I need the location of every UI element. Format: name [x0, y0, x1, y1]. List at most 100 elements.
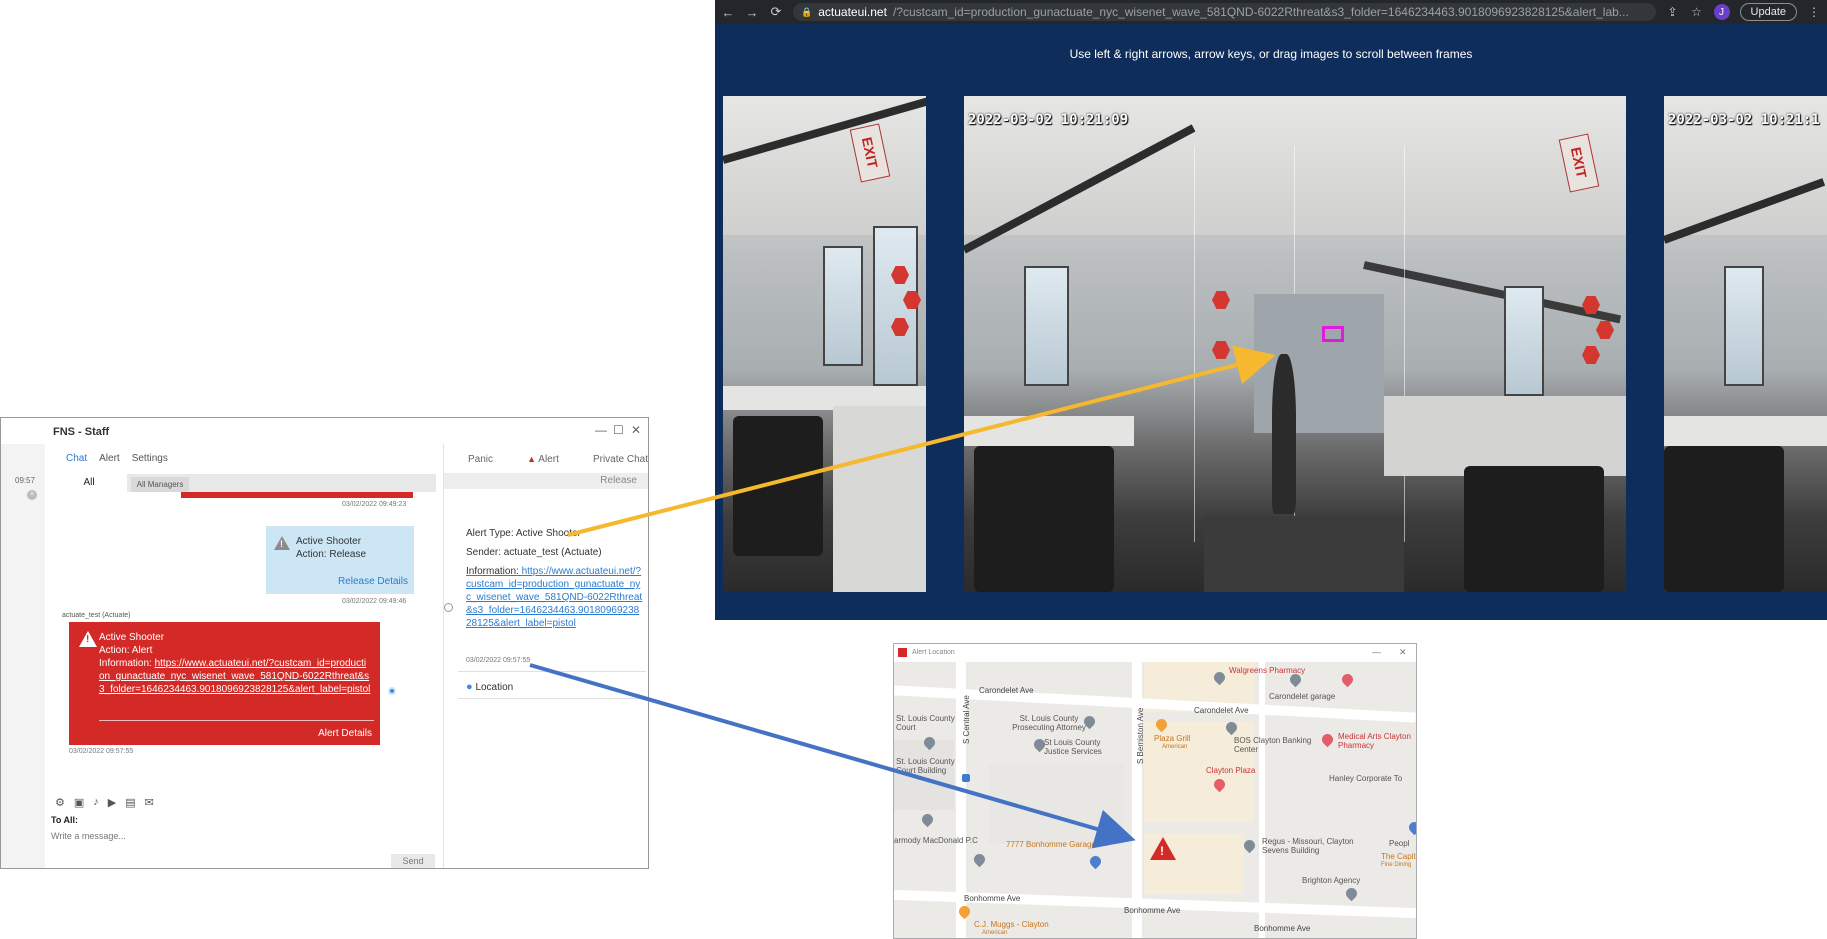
reload-icon[interactable]: ⟳ — [769, 4, 783, 20]
alert-location-window: Alert Location — ✕ Walgreens Pharmacy Ca… — [893, 643, 1417, 939]
panel-tabs: Panic ▲ Alert Private Chat — [468, 454, 648, 465]
information-field: Information: https://www.actuateui.net/?… — [466, 566, 643, 629]
street-carondelet-east: Carondelet Ave — [1194, 706, 1249, 715]
subtab-all-managers[interactable]: All Managers — [131, 477, 189, 492]
pistol-detection-box — [1322, 326, 1344, 342]
message-input[interactable]: Write a message... — [51, 831, 126, 841]
bus-stop-icon[interactable] — [962, 774, 970, 782]
microphone-icon[interactable]: ♪ — [93, 796, 99, 809]
map-minimize-icon[interactable]: — — [1372, 647, 1381, 657]
panel-timestamp: 03/02/2022 09:57:55 — [466, 657, 531, 664]
minimize-icon[interactable]: — — [595, 423, 607, 437]
sender-name: actuate_test (Actuate) — [62, 612, 131, 619]
video-icon[interactable]: ▶ — [108, 796, 116, 809]
tab-alert[interactable]: Alert — [99, 453, 120, 464]
brighton-pin-icon[interactable] — [1343, 885, 1360, 902]
macdonald-pin-icon[interactable] — [971, 851, 988, 868]
release-button[interactable]: Release — [600, 475, 637, 486]
release-details-link[interactable]: Release Details — [338, 576, 408, 587]
chat-titlebar: FNS - Staff — ☐ ✕ — [1, 418, 648, 444]
lock-icon: 🔒 — [801, 6, 813, 17]
pharmacy-pin-icon[interactable] — [1319, 731, 1336, 748]
dismiss-icon[interactable]: × — [27, 490, 37, 500]
walgreens-pin-icon[interactable] — [1339, 671, 1356, 688]
map-close-icon[interactable]: ✕ — [1399, 647, 1407, 658]
scroll-instructions: Use left & right arrows, arrow keys, or … — [1069, 47, 1473, 61]
map-label-justice-services: St Louis County Justice Services — [1044, 738, 1102, 756]
map-label-capital: The Capital G — [1381, 852, 1416, 861]
alert-details-link[interactable]: Alert Details — [318, 728, 372, 739]
map-label-carondelet-garage: Carondelet garage — [1269, 692, 1336, 701]
conversation-time: 09:57 — [15, 476, 36, 485]
select-radio[interactable] — [444, 603, 453, 612]
update-button[interactable]: Update — [1739, 3, 1797, 21]
chat-subtabs: All All Managers — [51, 474, 436, 492]
profile-avatar[interactable]: J — [1713, 4, 1730, 20]
street-s-central: S Central Ave — [962, 695, 971, 744]
map-title: Alert Location — [912, 649, 955, 656]
release-message-bubble: ! Active Shooter Action: Release Release… — [266, 526, 414, 594]
previous-alert-bubble[interactable] — [181, 492, 413, 498]
send-button[interactable]: Send — [391, 854, 435, 868]
street-s-bemiston: S Bemiston Ave — [1136, 707, 1145, 764]
folder-icon[interactable]: ▤ — [125, 796, 135, 809]
close-icon[interactable]: ✕ — [631, 423, 641, 437]
map-pin-icon-4[interactable] — [1406, 819, 1416, 836]
alert-action: Action: Alert — [99, 645, 153, 656]
settings-gear-icon[interactable]: ⚙ — [55, 796, 65, 809]
alert-information: Information: https://www.actuateui.net/?… — [99, 658, 371, 695]
recipient-label: To All: — [51, 815, 78, 825]
camera-frame-current[interactable]: EXIT 2022-03-02 10:21:09 — [964, 96, 1626, 592]
main-tabs: Chat Alert Settings — [66, 453, 168, 464]
back-arrow-icon[interactable]: ← — [721, 5, 735, 20]
frame-timestamp-next: 2022-03-02 10:21:1 — [1668, 112, 1820, 128]
tab-alert-panel[interactable]: ▲ Alert — [527, 454, 559, 465]
location-pin-icon-panel: ● — [466, 681, 473, 693]
street-carondelet-west: Carondelet Ave — [979, 686, 1034, 695]
map-label-medical-arts: Medical Arts Clayton Pharmacy — [1338, 732, 1411, 750]
release-row: Release — [444, 473, 648, 489]
suspect-person — [1272, 354, 1296, 514]
map-pin-icon-3[interactable] — [919, 811, 936, 828]
share-icon[interactable]: ⇪ — [1666, 5, 1680, 19]
street-bonhomme-west: Bonhomme Ave — [964, 894, 1021, 903]
street-bonhomme-mid: Bonhomme Ave — [1124, 906, 1181, 915]
maximize-icon[interactable]: ☐ — [613, 423, 624, 437]
release-timestamp: 03/02/2022 09:49:46 — [342, 598, 407, 605]
alert-timestamp: 03/02/2022 09:57:55 — [69, 748, 134, 755]
alert-message-bubble: ! Active Shooter Action: Alert Informati… — [69, 622, 380, 745]
image-icon[interactable]: ▣ — [74, 796, 84, 809]
address-bar[interactable]: 🔒 actuateui.net /?custcam_id=production_g… — [793, 3, 1656, 21]
map-label-macdonald: armody MacDonald P.C — [894, 836, 978, 845]
forward-arrow-icon[interactable]: → — [745, 5, 759, 20]
frame-timestamp: 2022-03-02 10:21:09 — [968, 112, 1129, 128]
map-label-regus: Regus - Missouri, Clayton Sevens Buildin… — [1262, 837, 1354, 855]
tab-panic[interactable]: Panic — [468, 454, 493, 465]
star-icon[interactable]: ☆ — [1690, 5, 1704, 19]
release-action: Action: Release — [296, 549, 367, 560]
mail-icon[interactable]: ✉ — [145, 796, 154, 809]
parking-pin-icon[interactable] — [1087, 853, 1104, 870]
url-path: /?custcam_id=production_gunactuate_nyc_w… — [892, 5, 1629, 19]
menu-kebab-icon[interactable]: ⋮ — [1807, 5, 1821, 19]
camera-frame-previous[interactable]: EXIT — [723, 96, 926, 592]
regus-pin-icon[interactable] — [1241, 837, 1258, 854]
map-titlebar: Alert Location — ✕ — [894, 644, 1416, 662]
map-label-bos: BOS Clayton Banking Center — [1234, 736, 1312, 754]
camera-frame-next[interactable]: 2022-03-02 10:21:1 — [1664, 96, 1827, 592]
app-icon — [898, 648, 907, 657]
tab-settings[interactable]: Settings — [132, 453, 168, 464]
tab-chat[interactable]: Chat — [66, 453, 87, 464]
subtab-all[interactable]: All — [51, 474, 127, 492]
map-label-people: Peopl — [1389, 839, 1410, 848]
street-bonhomme-east: Bonhomme Ave — [1254, 924, 1311, 933]
conversation-strip: 09:57 × — [1, 444, 45, 868]
composer: ⚙ ▣ ♪ ▶ ▤ ✉ To All: Write a message... S… — [51, 793, 436, 868]
fns-staff-window: FNS - Staff — ☐ ✕ 09:57 × Chat Alert Set… — [0, 417, 649, 869]
location-pin-icon[interactable] — [388, 687, 396, 695]
location-button[interactable]: ● Location — [466, 681, 513, 693]
map-label-plaza-grill-sub: American — [1162, 744, 1188, 750]
tab-private-chat[interactable]: Private Chat — [593, 454, 648, 465]
alert-detail-panel: Panic ▲ Alert Private Chat Release Alert… — [443, 444, 648, 868]
sender-field: Sender: actuate_test (Actuate) — [466, 547, 602, 558]
